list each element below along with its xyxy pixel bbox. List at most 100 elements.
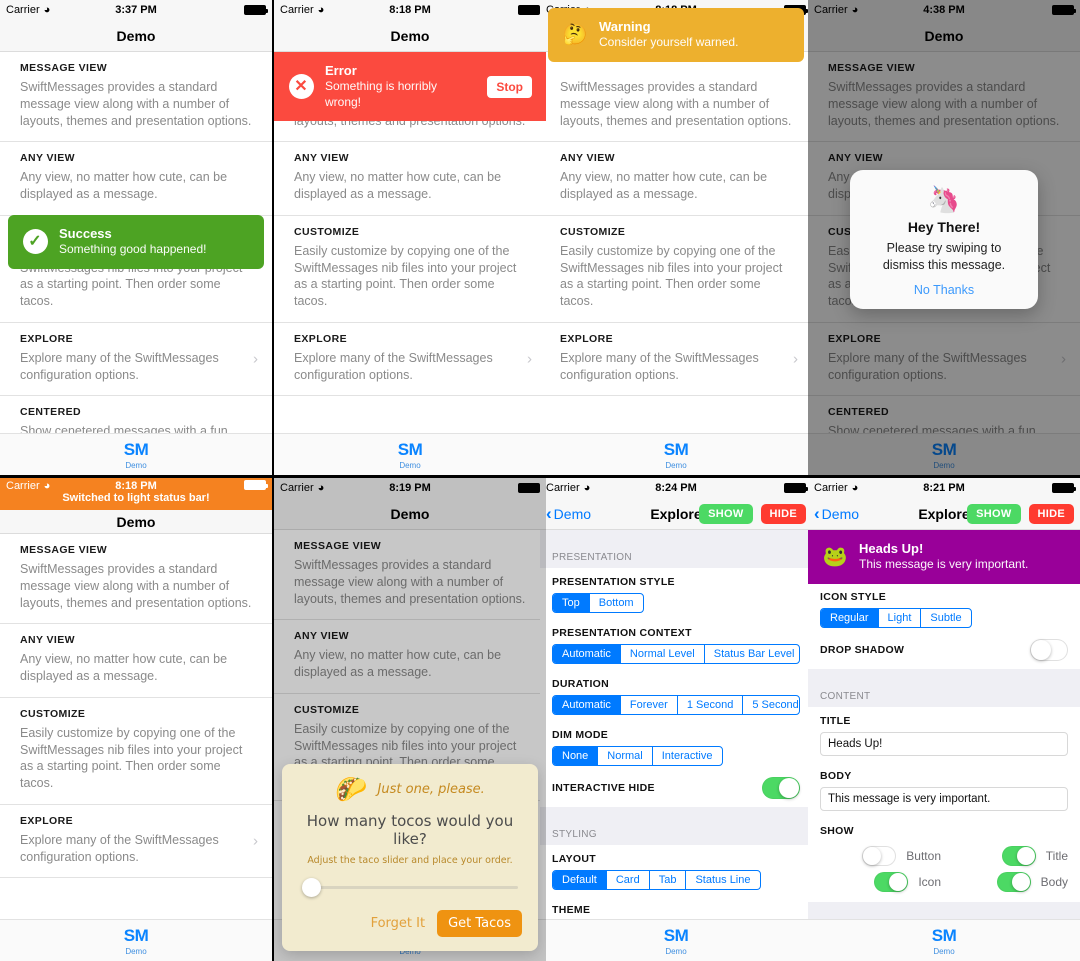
demo-list: MESSAGE VIEW SwiftMessages provides a st… [274,52,546,433]
list-item[interactable]: ANY VIEW Any view, no matter how cute, c… [0,142,272,216]
list-item[interactable]: ANY VIEW Any view, no matter how cute, c… [540,142,812,216]
segment-subtle[interactable]: Subtle [921,609,970,627]
show-title-switch[interactable] [1001,846,1036,866]
segmented-presentation-style[interactable]: Top Bottom [552,593,644,613]
segmented-presentation-context[interactable]: Automatic Normal Level Status Bar Level [552,644,800,664]
show-button-switch[interactable] [862,846,897,866]
heads-up-message-banner[interactable]: 🐸 Heads Up! This message is very importa… [808,530,1080,584]
carrier-label: Carrier ◕ [280,4,325,16]
list-item-body: Any view, no matter how cute, can be dis… [294,170,502,201]
segmented-duration[interactable]: Automatic Forever 1 Second 5 Seconds [552,695,800,715]
banner-body: This message is very important. [859,557,1029,572]
segmented-icon-style[interactable]: Regular Light Subtle [820,608,972,628]
show-icon-switch[interactable] [874,872,909,892]
show-button[interactable]: SHOW [699,503,753,524]
list-item[interactable]: EXPLORE Explore many of the SwiftMessage… [540,323,812,397]
list-item[interactable]: EXPLORE Explore many of the SwiftMessage… [0,805,272,879]
segment-regular[interactable]: Regular [821,609,879,627]
sm-logo-sub: Demo [933,946,955,956]
segment-automatic[interactable]: Automatic [553,645,621,663]
list-item[interactable]: CENTERED Show cenetered messages with a … [0,396,272,433]
list-item[interactable]: MESSAGE VIEW SwiftMessages provides a st… [0,534,272,625]
list-item-body: Explore many of the SwiftMessages config… [20,832,219,864]
banner-title: Success [59,226,112,241]
segment-card[interactable]: Card [607,871,650,889]
body-input[interactable]: This message is very important. [820,787,1068,811]
segment-light[interactable]: Light [879,609,922,627]
forget-it-button[interactable]: Forget It [371,916,426,931]
chevron-right-icon: › [527,350,532,368]
back-button[interactable]: ‹ Demo [546,505,591,522]
field-title: TITLE Heads Up! [808,707,1080,762]
list-item-body: Easily customize by copying one of the S… [560,243,783,308]
battery-icon [518,5,542,15]
field-theme: THEME Info Success Warning Error Custom [540,896,812,919]
list-item-body: Any view, no matter how cute, can be dis… [560,170,768,201]
sm-logo-text: SM [663,439,689,459]
segment-5-seconds[interactable]: 5 Seconds [743,696,799,714]
title-input[interactable]: Heads Up! [820,732,1068,756]
list-item-body: Any view, no matter how cute, can be dis… [20,652,228,683]
panel-warning: Carrier ◕ 8:18 PM Demo MESSAGE VIEW Swif… [540,0,812,475]
segment-1-second[interactable]: 1 Second [678,696,744,714]
hide-button[interactable]: HIDE [760,503,806,524]
list-item[interactable]: CUSTOMIZE Easily customize by copying on… [0,698,272,805]
show-button[interactable]: SHOW [967,503,1021,524]
segment-tab[interactable]: Tab [650,871,687,889]
banner-title: Heads Up! [859,541,924,556]
list-item[interactable]: ANY VIEW Any view, no matter how cute, c… [274,142,546,216]
segmented-layout[interactable]: Default Card Tab Status Line [552,870,761,890]
taco-order-card[interactable]: 🌮 Just one, please. How many tocos would… [282,764,538,951]
segment-forever[interactable]: Forever [621,696,678,714]
page-title: Demo [390,27,430,44]
list-item[interactable]: MESSAGE VIEW SwiftMessages provides a st… [0,52,272,143]
check-circle-icon: ✓ [22,229,48,255]
stop-button[interactable]: Stop [487,75,532,98]
segment-default[interactable]: Default [553,871,607,889]
sm-logo-sub: Demo [665,460,687,470]
segment-top[interactable]: Top [553,594,590,612]
segment-status-bar-level[interactable]: Status Bar Level [705,645,799,663]
list-item[interactable]: CUSTOMIZE Easily customize by copying on… [274,216,546,323]
list-item[interactable]: MESSAGE VIEW SwiftMessages provides a st… [540,52,812,143]
footer-logo: SM Demo [274,433,546,475]
hide-button[interactable]: HIDE [1028,503,1074,524]
field-show: SHOW [808,817,1080,844]
taco-question: How many tocos would you like? [306,812,514,848]
list-item[interactable]: ANY VIEW Any view, no matter how cute, c… [0,624,272,698]
centered-message-card[interactable]: 🦄 Hey There! Please try swiping to dismi… [850,170,1038,309]
list-item[interactable]: EXPLORE Explore many of the SwiftMessage… [0,323,272,397]
taco-slider[interactable] [302,878,518,897]
segment-bottom[interactable]: Bottom [590,594,643,612]
segment-automatic[interactable]: Automatic [553,696,621,714]
segment-normal[interactable]: Normal [598,747,653,765]
drop-shadow-switch[interactable] [1030,639,1068,661]
warning-message-banner[interactable]: 🤔 Warning Consider yourself warned. [548,8,804,62]
get-tacos-button[interactable]: Get Tacos [437,910,522,937]
show-body-switch[interactable] [996,872,1031,892]
segment-none[interactable]: None [553,747,599,765]
list-item[interactable]: CUSTOMIZE Easily customize by copying on… [540,216,812,323]
list-item-title: EXPLORE [20,332,73,345]
status-bar: Carrier ◕ 3:37 PM [0,0,272,20]
status-bar: Carrier ◕ 8:24 PM [540,478,812,498]
slider-knob[interactable] [302,878,321,897]
footer-logo: SM Demo [0,919,272,961]
error-message-banner[interactable]: ✕ Error Something is horribly wrong! Sto… [274,52,546,122]
status-bar-message[interactable]: Carrier ◕ 8:18 PM Switched to light stat… [0,478,272,510]
segment-interactive[interactable]: Interactive [653,747,722,765]
interactive-hide-switch[interactable] [762,777,800,799]
field-label: LAYOUT [552,853,596,865]
back-button[interactable]: ‹ Demo [814,505,859,522]
sm-logo-text: SM [931,925,957,945]
segment-status-line[interactable]: Status Line [686,871,759,889]
footer-logo: SM Demo [540,919,812,961]
segment-normal-level[interactable]: Normal Level [621,645,705,663]
no-thanks-button[interactable]: No Thanks [868,283,1020,297]
segmented-dim-mode[interactable]: None Normal Interactive [552,746,723,766]
field-label: DIM MODE [552,729,609,741]
list-item[interactable]: EXPLORE Explore many of the SwiftMessage… [274,323,546,397]
success-message-banner[interactable]: ✓ Success Something good happened! [8,215,264,269]
section-header-presentation: PRESENTATION [540,530,812,568]
toggle-button: Button [820,846,941,866]
